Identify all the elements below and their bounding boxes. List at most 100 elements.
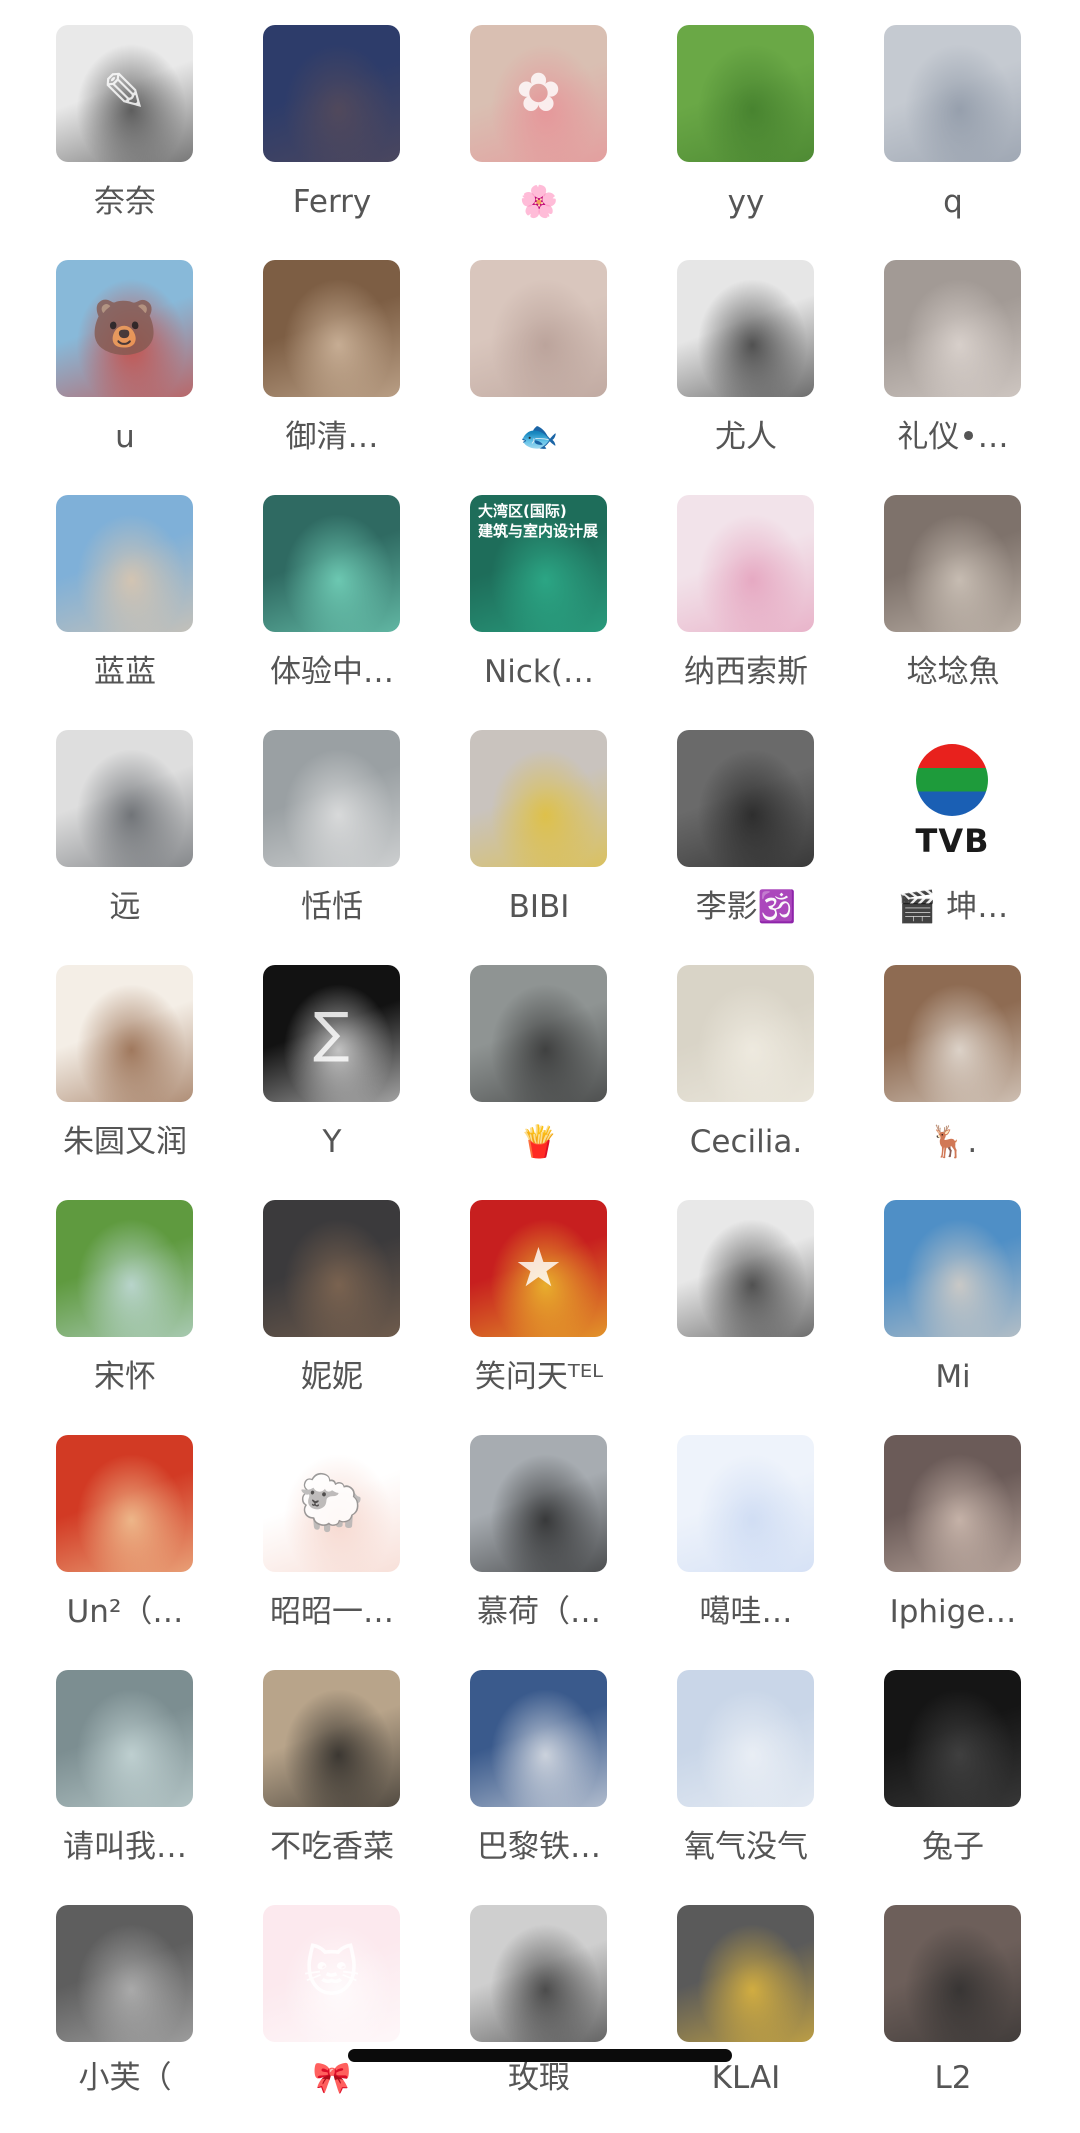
contact-item[interactable]: Iphige… [850,1435,1056,1663]
contact-name: 笑问天ᵀᴱᴸ [474,1359,604,1395]
contact-name: 🦌. [928,1124,978,1160]
contact-item[interactable]: 不吃香菜 [229,1670,435,1898]
contact-name: 🎀 [312,2060,352,2096]
black-white-kitten-icon [263,1670,400,1807]
contact-item[interactable]: 慕荷（… [436,1435,642,1663]
contact-item[interactable]: 🍟 [436,965,642,1193]
contact-item[interactable]: TVB 🎬 坤… [850,730,1056,958]
bedroom-blue-blanket-icon [677,1670,814,1807]
avatar-figure [56,1435,193,1572]
avatar-figure [263,1670,400,1807]
contact-name: 🎬 坤… [897,889,1009,925]
contact-item[interactable]: 大湾区(国际) 建筑与室内设计展 Nick(… [436,495,642,723]
avatar-figure [884,1670,1021,1807]
contact-item[interactable]: yy [643,25,849,253]
avatar-figure [56,495,193,632]
contact-name: 纳西索斯 [684,654,808,690]
man-profile-silhouette-icon [677,1200,814,1337]
contact-item[interactable]: 🐱 🎀 [229,1905,435,2133]
contact-name: 礼仪•… [897,419,1009,455]
avatar-figure [677,495,814,632]
contact-item[interactable]: 氧气没气 [643,1670,849,1898]
girl-with-drink-icon [263,260,400,397]
contact-item[interactable]: 兔子 [850,1670,1056,1898]
avatar-glyph: ∑ [313,1001,350,1064]
avatar-figure [263,495,400,632]
contact-item[interactable]: ✎ 奈奈 [22,25,228,253]
contact-name: 远 [109,889,141,925]
contact-item[interactable]: Mi [850,1200,1056,1428]
avatar-figure [56,730,193,867]
contact-item[interactable]: 埝埝魚 [850,495,1056,723]
avatar-figure [884,1905,1021,2042]
underwater-scene-icon [263,495,400,632]
contact-name: yy [727,184,765,220]
contact-item[interactable]: ✿ 🌸 [436,25,642,253]
contact-item[interactable]: ★ 笑问天ᵀᴱᴸ [436,1200,642,1428]
contact-item[interactable]: BIBI [436,730,642,958]
boy-with-pink-flowers-icon [677,495,814,632]
figure-dark-coat-with-flowers-icon [677,260,814,397]
contact-name: 玫瑕 [508,2060,570,2096]
contact-item[interactable]: 恬恬 [229,730,435,958]
contact-item[interactable]: 🐑 昭昭一… [229,1435,435,1663]
design-exhibition-poster-icon: 大湾区(国际) 建筑与室内设计展 [470,495,607,632]
avatar-figure [884,1200,1021,1337]
avatar-figure [884,260,1021,397]
contact-item[interactable]: 体验中… [229,495,435,723]
cartoon-bunny-girl-icon [677,1905,814,2042]
contact-name: 慕荷（… [477,1594,601,1630]
contact-item[interactable]: 🐻 u [22,260,228,488]
contact-item[interactable]: 小芙（ [22,1905,228,2133]
contact-item[interactable]: 请叫我… [22,1670,228,1898]
contact-item[interactable]: 噶哇… [643,1435,849,1663]
woman-in-office-icon [677,965,814,1102]
contact-item[interactable]: 御清… [229,260,435,488]
contact-item[interactable]: 礼仪•… [850,260,1056,488]
home-indicator[interactable] [348,2049,732,2062]
avatar-figure [470,1435,607,1572]
man-on-green-hill-icon [56,1200,193,1337]
contact-item[interactable]: ∑ Y [229,965,435,1193]
contact-item[interactable]: L2 [850,1905,1056,2133]
contact-item[interactable]: 远 [22,730,228,958]
woman-in-dress-icon [884,260,1021,397]
avatar-figure [56,1905,193,2042]
girl-with-camera-icon [884,965,1021,1102]
avatar-glyph: 🐱 [303,1941,360,2004]
contact-name: 昭昭一… [270,1594,394,1630]
poster-text: 大湾区(国际) 建筑与室内设计展 [478,502,599,540]
avatar-figure [884,1435,1021,1572]
tvb-logo-icon: TVB [884,730,1021,867]
contact-item[interactable]: Ferry [229,25,435,253]
contact-item[interactable]: Un²（… [22,1435,228,1663]
contact-item[interactable] [643,1200,849,1428]
avatar-figure [884,25,1021,162]
contact-item[interactable]: 李影🕉️ [643,730,849,958]
contact-item[interactable]: 宋怀 [22,1200,228,1428]
contact-item[interactable]: 巴黎铁… [436,1670,642,1898]
girl-at-beach-icon [884,1200,1021,1337]
avatar-figure [677,1435,814,1572]
contact-item[interactable]: Cecilia. [643,965,849,1193]
avatar-glyph: 🐻 [90,296,159,359]
contact-name: Un²（… [66,1594,184,1630]
contact-item[interactable]: 妮妮 [229,1200,435,1428]
contact-item[interactable]: 朱圆又润 [22,965,228,1193]
contact-item[interactable]: 纳西索斯 [643,495,849,723]
contact-name: 氧气没气 [684,1829,808,1865]
contact-item[interactable]: q [850,25,1056,253]
contact-item[interactable]: 蓝蓝 [22,495,228,723]
contact-item[interactable]: 玫瑕 [436,1905,642,2133]
contact-item[interactable]: 🦌. [850,965,1056,1193]
contact-item[interactable]: KLAI [643,1905,849,2133]
cartoon-sheep-icon: 🐑 [263,1435,400,1572]
avatar-figure [677,1670,814,1807]
girl-with-yellow-bag-icon [470,730,607,867]
contact-name: Mi [935,1359,971,1395]
contact-name: 请叫我… [63,1829,187,1865]
woman-in-black-dress-icon [884,1670,1021,1807]
contact-item[interactable]: 尤人 [643,260,849,488]
woman-walking-street-icon [470,965,607,1102]
contact-item[interactable]: 🐟 [436,260,642,488]
